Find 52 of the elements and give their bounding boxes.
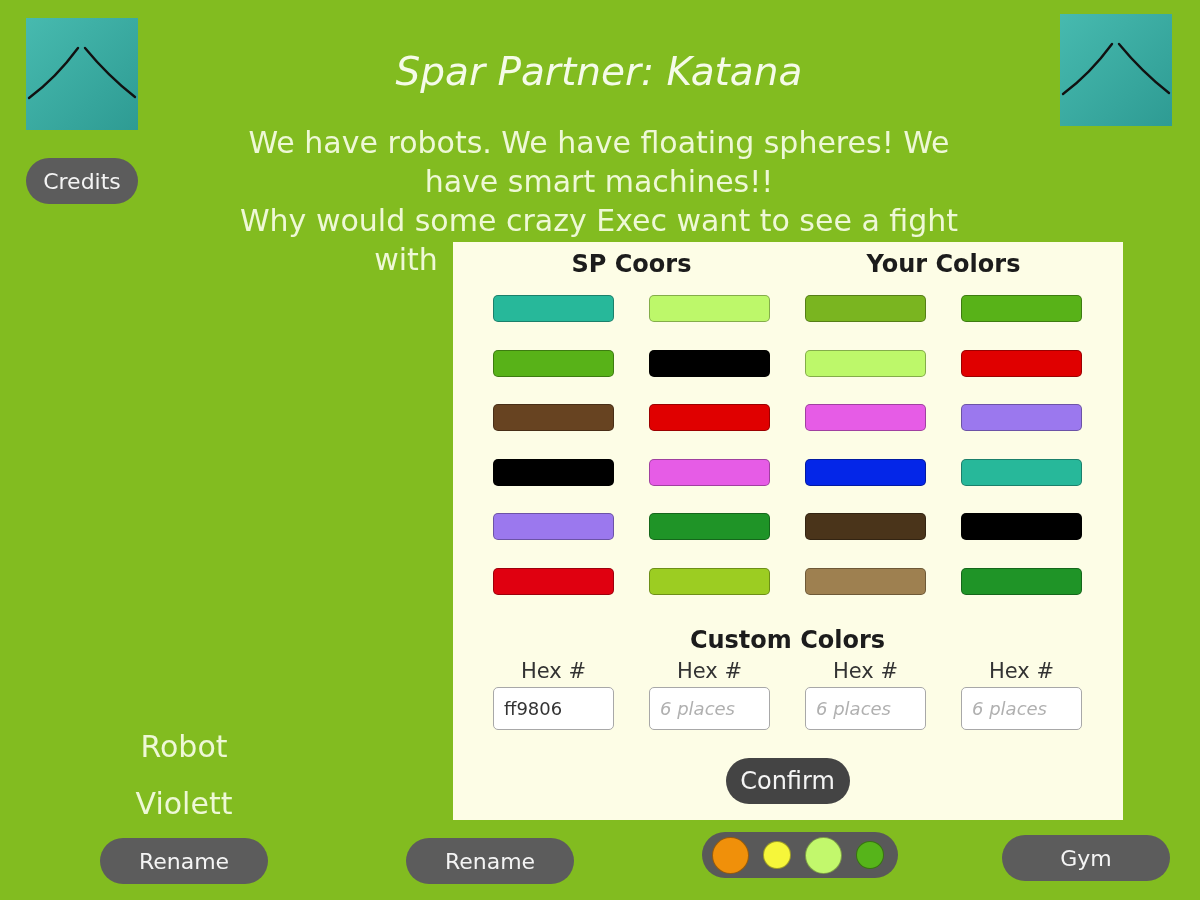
color-swatch[interactable] [493, 513, 614, 541]
peak-logo-icon [26, 18, 138, 130]
color-swatch[interactable] [961, 404, 1082, 432]
color-swatch[interactable] [649, 404, 770, 432]
color-swatch[interactable] [805, 567, 926, 595]
color-swatch[interactable] [493, 295, 614, 322]
color-swatch[interactable] [961, 295, 1082, 322]
hex-input-field[interactable]: 6 places [805, 686, 926, 730]
color-swatch[interactable] [493, 404, 614, 432]
hex-input-field[interactable]: ff9806 [493, 686, 614, 730]
color-swatch[interactable] [493, 349, 614, 377]
color-swatch[interactable] [961, 458, 1082, 486]
color-swatch[interactable] [805, 458, 926, 486]
hex-label: Hex # [988, 659, 1054, 682]
hex-input-field[interactable]: 6 places [961, 686, 1082, 730]
color-swatch[interactable] [649, 513, 770, 541]
peak-logo-icon [1060, 14, 1172, 126]
credits-button[interactable]: Credits [26, 158, 138, 204]
color-dot[interactable] [856, 841, 884, 869]
color-swatch[interactable] [649, 567, 770, 595]
name-text: Robot [140, 728, 228, 766]
color-swatch[interactable] [961, 349, 1082, 377]
section-heading: Your Colors [866, 250, 1021, 278]
color-swatch[interactable] [805, 404, 926, 432]
intro-text: We have robots. We have floating spheres! We have smart machines!! [247, 124, 951, 201]
rename-button[interactable]: Rename [406, 838, 574, 884]
color-swatch[interactable] [649, 458, 770, 486]
section-heading: SP Coors [571, 250, 692, 278]
section-heading: Custom Colors [689, 625, 886, 654]
name-text: Violett [135, 785, 233, 823]
color-swatch[interactable] [805, 295, 926, 322]
hex-label: Hex # [832, 659, 898, 682]
color-swatch[interactable] [961, 513, 1082, 541]
hex-label: Hex # [676, 659, 742, 682]
color-dot[interactable] [763, 841, 791, 869]
gym-button[interactable]: Gym [1002, 835, 1170, 881]
hex-label: Hex # [520, 659, 586, 682]
intro-text: with [374, 241, 438, 279]
color-swatch[interactable] [805, 349, 926, 377]
confirm-button[interactable]: Confirm [725, 757, 850, 804]
color-dot[interactable] [805, 836, 842, 874]
color-swatch[interactable] [649, 349, 770, 377]
hex-input-field[interactable]: 6 places [649, 686, 770, 730]
color-swatch[interactable] [961, 567, 1082, 595]
color-dot[interactable] [712, 836, 749, 874]
rename-button[interactable]: Rename [100, 838, 268, 884]
color-swatch[interactable] [493, 567, 614, 595]
page-title: Spar Partner: Katana [395, 49, 803, 95]
color-swatch[interactable] [493, 458, 614, 486]
color-swatch[interactable] [649, 295, 770, 322]
color-swatch[interactable] [805, 513, 926, 541]
intro-text: Why would some crazy Exec want to see a fight [239, 202, 959, 240]
